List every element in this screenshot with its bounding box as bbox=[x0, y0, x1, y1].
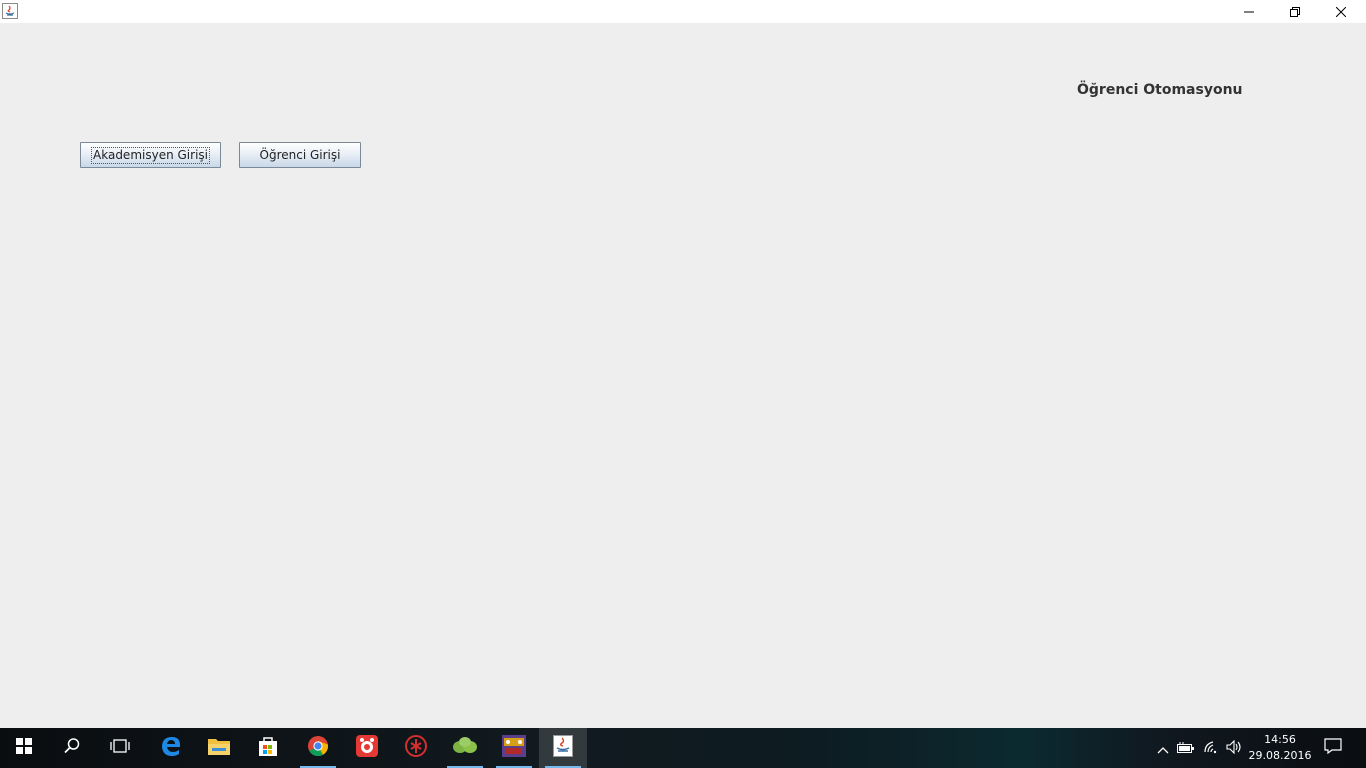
edge-icon bbox=[160, 735, 182, 761]
java-icon bbox=[553, 735, 573, 761]
wifi-icon bbox=[1203, 739, 1219, 758]
chrome-icon bbox=[307, 735, 329, 761]
taskbar: 14:56 29.08.2016 bbox=[0, 728, 1366, 768]
start-icon bbox=[16, 738, 32, 758]
search-icon bbox=[63, 737, 81, 759]
search-button[interactable] bbox=[48, 728, 96, 768]
clock-time: 14:56 bbox=[1264, 733, 1296, 746]
taskbar-app-red[interactable] bbox=[343, 728, 391, 768]
close-icon bbox=[1336, 6, 1346, 17]
task-view-button[interactable] bbox=[96, 728, 144, 768]
taskbar-app-game[interactable] bbox=[490, 728, 538, 768]
action-center-button[interactable] bbox=[1318, 728, 1348, 768]
taskbar-store[interactable] bbox=[244, 728, 292, 768]
store-icon bbox=[257, 735, 279, 761]
taskbar-java[interactable] bbox=[539, 728, 587, 768]
minimize-icon bbox=[1244, 7, 1254, 17]
app-dark-red-icon bbox=[405, 735, 427, 761]
main-panel: Öğrenci Otomasyonu Akademisyen Girişi Öğ… bbox=[0, 23, 1366, 728]
ogrenci-login-label: Öğrenci Girişi bbox=[259, 148, 341, 162]
task-view-icon bbox=[109, 738, 131, 758]
close-button[interactable] bbox=[1318, 0, 1364, 23]
notification-icon bbox=[1324, 738, 1342, 758]
taskbar-app-dark-red[interactable] bbox=[392, 728, 440, 768]
taskbar-app-green[interactable] bbox=[441, 728, 489, 768]
app-game-icon bbox=[502, 735, 526, 761]
app-green-icon bbox=[452, 735, 478, 761]
tray-wifi[interactable] bbox=[1199, 728, 1223, 768]
page-title: Öğrenci Otomasyonu bbox=[1077, 82, 1243, 98]
maximize-icon bbox=[1290, 6, 1300, 17]
tray-overflow-button[interactable] bbox=[1152, 728, 1174, 768]
app-red-icon bbox=[356, 735, 378, 761]
minimize-button[interactable] bbox=[1226, 0, 1272, 23]
akademisyen-login-button[interactable]: Akademisyen Girişi bbox=[80, 142, 221, 168]
window-titlebar bbox=[0, 0, 1366, 23]
taskbar-edge[interactable] bbox=[147, 728, 195, 768]
taskbar-clock[interactable]: 14:56 29.08.2016 bbox=[1244, 732, 1316, 764]
tray-battery[interactable] bbox=[1175, 728, 1197, 768]
volume-icon bbox=[1226, 739, 1244, 758]
taskbar-file-explorer[interactable] bbox=[195, 728, 243, 768]
java-icon[interactable] bbox=[2, 3, 18, 19]
taskbar-chrome[interactable] bbox=[294, 728, 342, 768]
file-explorer-icon bbox=[207, 736, 231, 760]
chevron-up-icon bbox=[1157, 739, 1169, 758]
ogrenci-login-button[interactable]: Öğrenci Girişi bbox=[239, 142, 361, 168]
akademisyen-login-label: Akademisyen Girişi bbox=[91, 146, 210, 164]
battery-icon bbox=[1177, 739, 1195, 758]
maximize-button[interactable] bbox=[1272, 0, 1318, 23]
start-button[interactable] bbox=[0, 728, 48, 768]
clock-date: 29.08.2016 bbox=[1248, 749, 1312, 762]
